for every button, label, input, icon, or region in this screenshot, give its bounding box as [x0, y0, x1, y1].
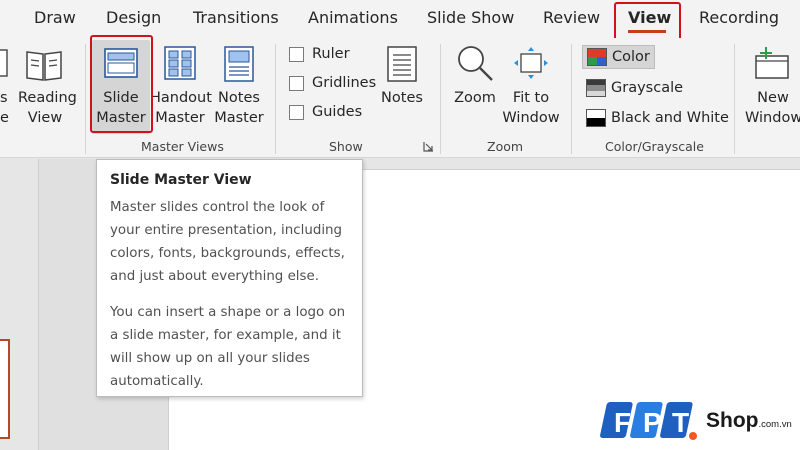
shop-brand-text: Shop.com.vn	[706, 409, 792, 433]
partial-view-label-1[interactable]: s	[0, 88, 8, 108]
logo-letter-p: P	[643, 407, 662, 438]
tooltip-line: You can insert a shape or a logo on	[110, 305, 346, 320]
color-button[interactable]: Color	[582, 45, 655, 69]
zoom-group-label: Zoom	[487, 139, 524, 154]
zoom-magnifier-icon	[458, 46, 493, 81]
black-and-white-label: Black and White	[611, 110, 729, 126]
reading-view-icon	[26, 51, 62, 81]
slide-master-tooltip: Slide Master View Master slides control …	[96, 159, 363, 397]
fit-to-window-label-line1: Fit to	[512, 90, 550, 106]
grayscale-label: Grayscale	[611, 80, 684, 96]
group-separator	[85, 44, 86, 154]
tab-slide-show[interactable]: Slide Show	[427, 8, 514, 27]
ruler-label: Ruler	[312, 46, 350, 62]
color-swatch-icon	[587, 48, 607, 66]
gridlines-label: Gridlines	[312, 75, 377, 91]
notes-icon	[387, 46, 417, 82]
brand-domain: .com.vn	[758, 419, 792, 430]
gridlines-checkbox[interactable]: Gridlines	[289, 75, 376, 91]
reading-view-label-line2: View	[27, 110, 63, 126]
new-window-label-line1: New	[757, 90, 789, 106]
group-separator	[734, 44, 735, 154]
guides-checkbox-box[interactable]	[289, 104, 304, 120]
color-label: Color	[612, 49, 650, 65]
group-separator	[275, 44, 276, 154]
tooltip-line: a slide master, for example, and it	[110, 328, 341, 343]
logo-letter-f: F	[614, 407, 631, 438]
tooltip-paragraph-1: Master slides control the look of your e…	[110, 196, 349, 288]
tooltip-title: Slide Master View	[110, 172, 252, 188]
tooltip-line: will show up on all your slides	[110, 351, 310, 366]
tab-animations[interactable]: Animations	[308, 8, 398, 27]
grayscale-button[interactable]: Grayscale	[582, 76, 687, 100]
tooltip-line: your entire presentation, including	[110, 223, 343, 238]
notes-master-icon	[224, 46, 254, 82]
notes-master-label-line1: Notes	[218, 90, 260, 106]
tab-transitions[interactable]: Transitions	[193, 8, 279, 27]
tooltip-line: colors, fonts, backgrounds, effects,	[110, 246, 345, 261]
tab-design[interactable]: Design	[106, 8, 161, 27]
color-grayscale-group-label: Color/Grayscale	[605, 139, 704, 154]
black-and-white-swatch-icon	[586, 109, 606, 127]
normal-view-icon	[0, 49, 8, 77]
tab-review[interactable]: Review	[543, 8, 600, 27]
group-separator	[440, 44, 441, 154]
notes-label: Notes	[381, 90, 423, 106]
tooltip-spacer	[110, 288, 349, 301]
handout-master-label-line2: Master	[155, 110, 205, 126]
fit-to-window-label-line2: Window	[502, 110, 560, 126]
reading-view-label-line1: Reading	[18, 90, 77, 106]
partial-view-label-2[interactable]: e	[0, 108, 9, 128]
tooltip-line: automatically.	[110, 374, 204, 389]
tooltip-paragraph-2: You can insert a shape or a logo on a sl…	[110, 301, 349, 393]
slide-thumbnail[interactable]	[0, 339, 10, 439]
guides-checkbox[interactable]: Guides	[289, 104, 362, 120]
logo-letter-t: T	[672, 407, 689, 438]
zoom-label: Zoom	[454, 90, 496, 106]
fit-to-window-icon	[514, 47, 548, 79]
black-and-white-button[interactable]: Black and White	[582, 106, 733, 130]
slide-master-highlight	[90, 35, 153, 133]
tooltip-line: and just about everything else.	[110, 269, 319, 284]
ruler-checkbox[interactable]: Ruler	[289, 46, 350, 62]
notes-master-label-line2: Master	[214, 110, 264, 126]
tooltip-line: Master slides control the look of	[110, 200, 325, 215]
new-window-label-line2: Window	[745, 110, 800, 126]
brand-name: Shop	[706, 409, 759, 432]
show-group-label: Show	[329, 139, 363, 154]
group-separator	[571, 44, 572, 154]
guides-label: Guides	[312, 104, 363, 120]
show-dialog-launcher-icon[interactable]	[423, 141, 434, 152]
tab-draw[interactable]: Draw	[34, 8, 76, 27]
handout-master-label-line1: Handout	[150, 90, 212, 106]
handout-master-icon	[164, 46, 196, 80]
gridlines-checkbox-box[interactable]	[289, 75, 304, 91]
master-views-group-label: Master Views	[141, 139, 224, 154]
new-window-icon	[755, 47, 789, 79]
grayscale-swatch-icon	[586, 79, 606, 97]
tab-recording[interactable]: Recording	[699, 8, 779, 27]
fpt-logo-icon: F P T	[600, 402, 697, 440]
ruler-checkbox-box[interactable]	[289, 46, 304, 62]
